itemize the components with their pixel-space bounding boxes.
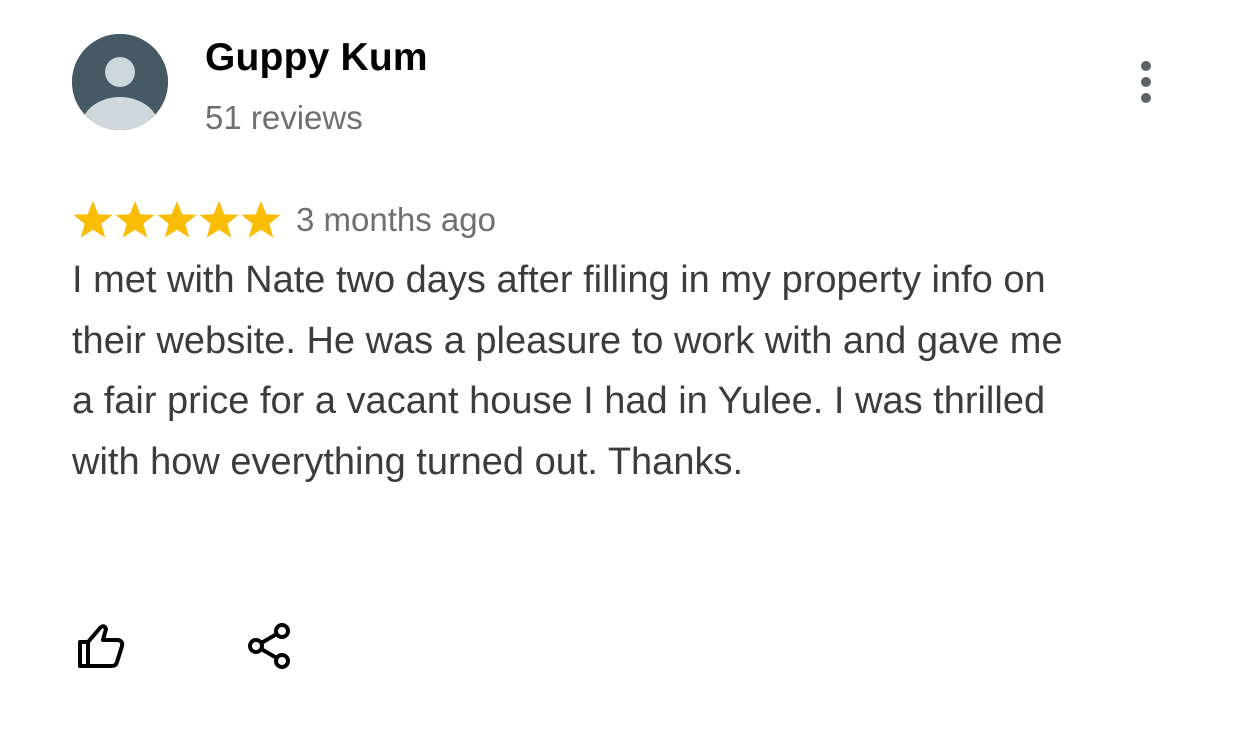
author-review-count: 51 reviews <box>205 99 363 136</box>
star-filled-icon <box>73 201 113 238</box>
star-filled-icon <box>157 201 197 238</box>
review-text: I met with Nate two days after filling i… <box>72 259 1063 483</box>
share-icon <box>248 623 290 669</box>
star-filled-icon <box>241 201 281 238</box>
review-date: 3 months ago <box>296 201 496 238</box>
person-icon <box>72 34 168 130</box>
review-card: Guppy Kum 51 reviews 3 months ago I met … <box>0 0 1242 736</box>
rating-row: 3 months ago <box>72 196 496 244</box>
thumbs-up-icon <box>78 624 125 668</box>
star-filled-icon <box>115 201 155 238</box>
more-vertical-icon <box>1141 61 1151 103</box>
author-avatar[interactable] <box>72 34 168 130</box>
share-button[interactable] <box>242 618 298 674</box>
more-options-button[interactable] <box>1124 56 1168 108</box>
like-button[interactable] <box>72 618 128 674</box>
star-rating <box>72 199 282 241</box>
star-filled-icon <box>199 201 239 238</box>
author-name[interactable]: Guppy Kum <box>205 36 428 80</box>
review-actions <box>72 618 298 674</box>
